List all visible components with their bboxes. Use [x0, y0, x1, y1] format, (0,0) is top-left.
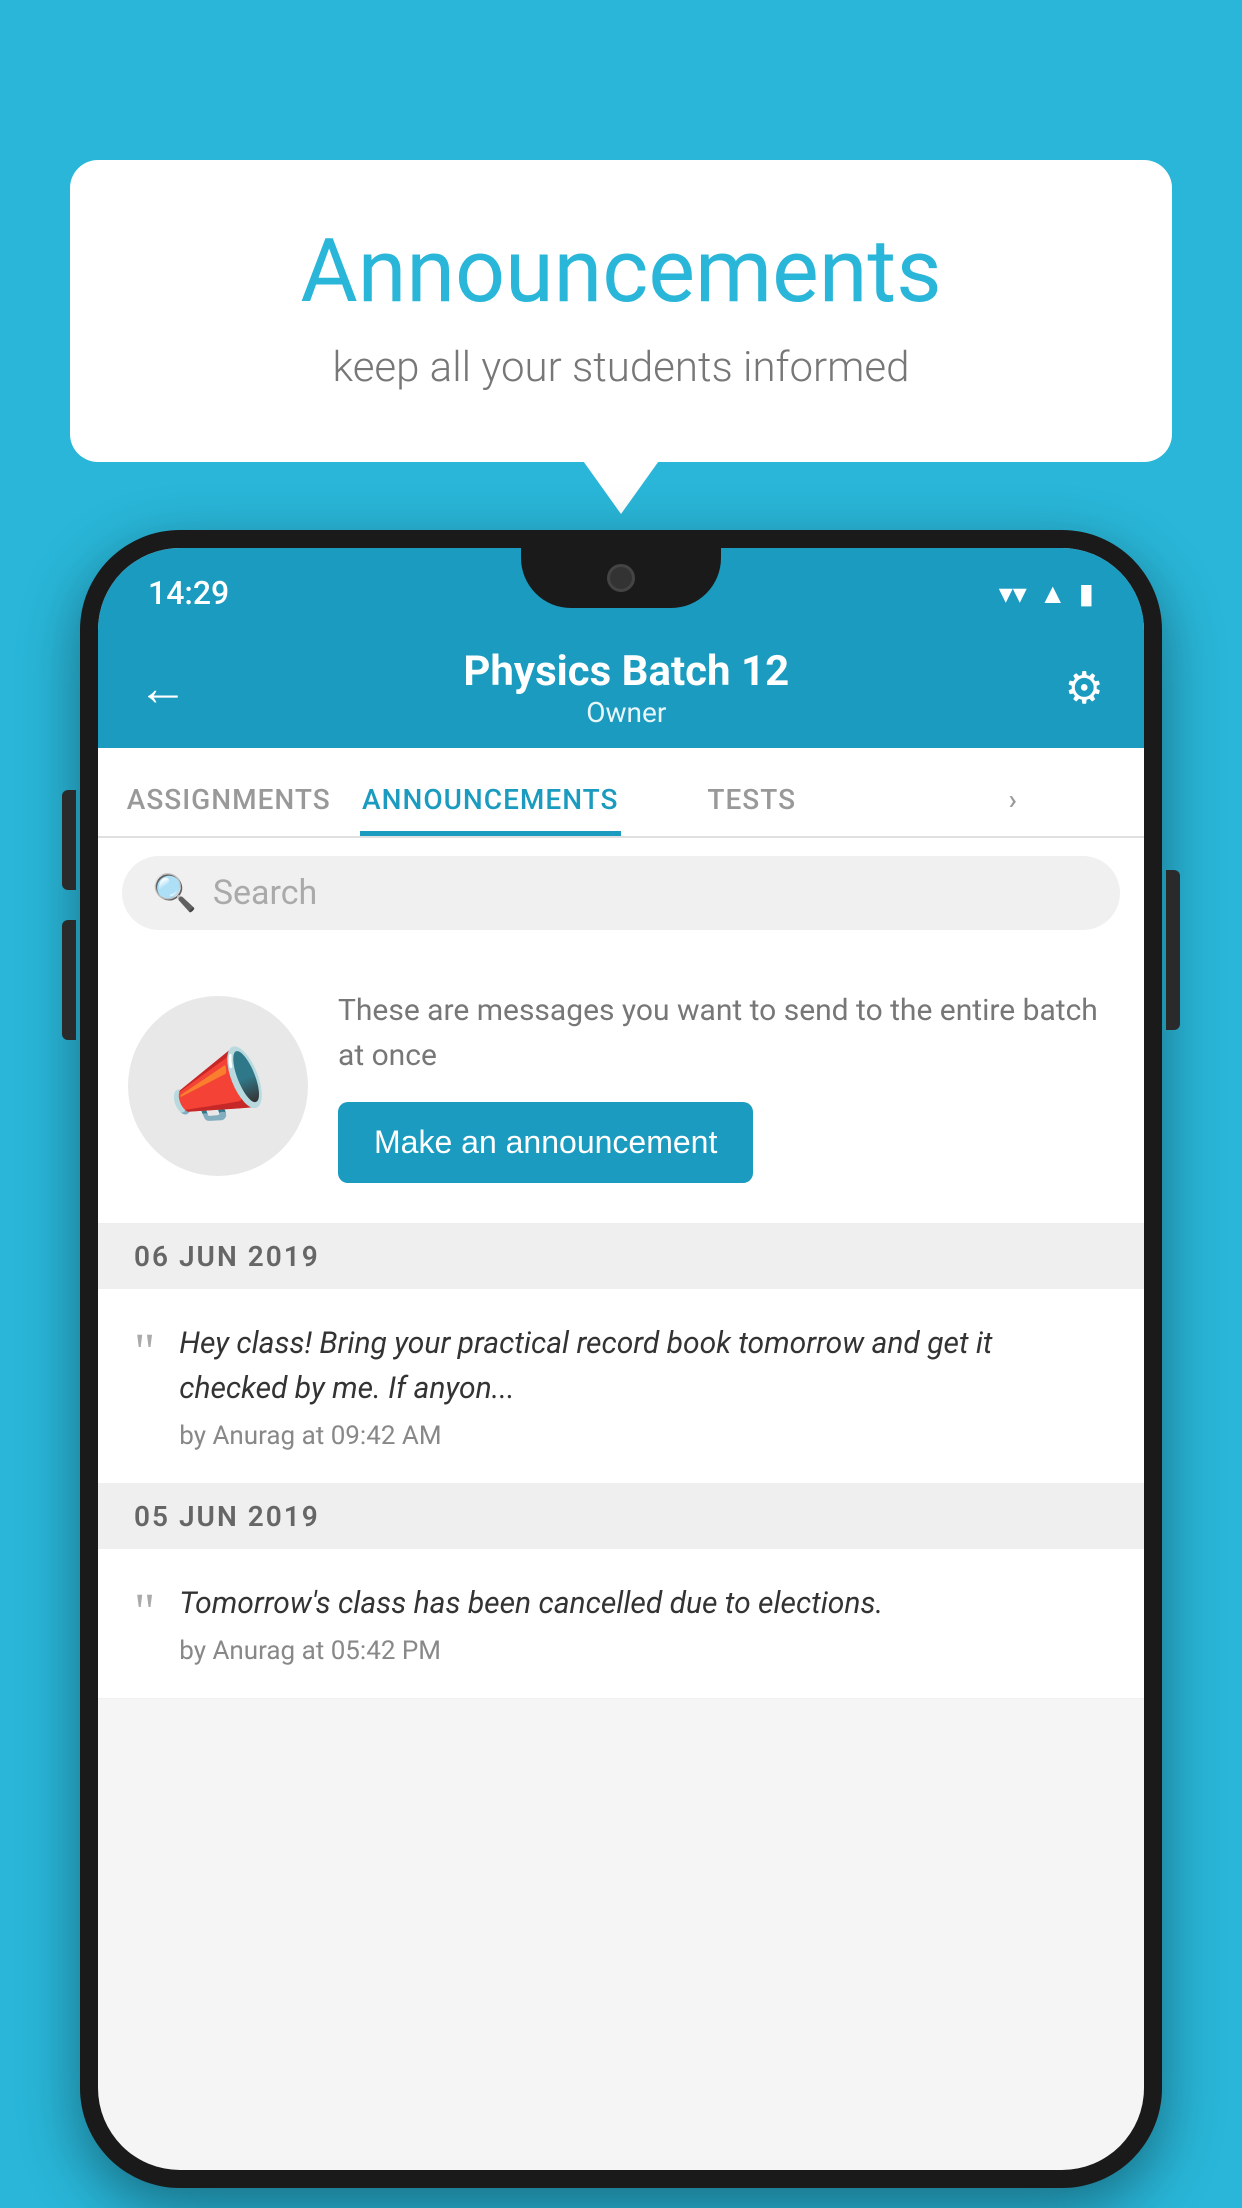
phone-outer: 14:29 ▾▾ ▲ ▮ ← Physics Batch 12 Owner ⚙ [80, 530, 1162, 2188]
app-header: ← Physics Batch 12 Owner ⚙ [98, 628, 1144, 748]
announcement-meta-1: by Anurag at 09:42 AM [179, 1421, 1108, 1451]
announcement-item-1: " Hey class! Bring your practical record… [98, 1289, 1144, 1484]
search-bar: 🔍 Search [98, 838, 1144, 948]
announcement-meta-2: by Anurag at 05:42 PM [179, 1636, 1108, 1666]
screen-content: ← Physics Batch 12 Owner ⚙ ASSIGNMENTS A… [98, 628, 1144, 2170]
phone-screen: 14:29 ▾▾ ▲ ▮ ← Physics Batch 12 Owner ⚙ [98, 548, 1144, 2170]
date-separator-2: 05 JUN 2019 [98, 1484, 1144, 1549]
announcement-promo: 📣 These are messages you want to send to… [98, 948, 1144, 1224]
bubble-title: Announcements [150, 220, 1092, 323]
battery-icon: ▮ [1079, 577, 1094, 610]
volume-button [62, 920, 76, 1040]
promo-content: These are messages you want to send to t… [338, 988, 1114, 1183]
status-icons: ▾▾ ▲ ▮ [999, 577, 1094, 610]
wifi-icon: ▾▾ [999, 577, 1027, 610]
promo-icon-circle: 📣 [128, 996, 308, 1176]
megaphone-icon: 📣 [168, 1039, 268, 1133]
search-placeholder: Search [213, 873, 317, 913]
notch [521, 548, 721, 608]
phone-wrapper: 14:29 ▾▾ ▲ ▮ ← Physics Batch 12 Owner ⚙ [80, 530, 1162, 2188]
header-subtitle: Owner [463, 696, 789, 729]
tab-tests[interactable]: TESTS [621, 783, 883, 836]
announcement-text-2: Tomorrow's class has been cancelled due … [179, 1581, 1108, 1626]
quote-icon-2: " [134, 1587, 155, 1639]
announcement-content-2: Tomorrow's class has been cancelled due … [179, 1581, 1108, 1666]
announcement-content-1: Hey class! Bring your practical record b… [179, 1321, 1108, 1451]
search-icon: 🔍 [152, 872, 197, 914]
signal-icon: ▲ [1039, 577, 1067, 610]
tab-announcements[interactable]: ANNOUNCEMENTS [360, 783, 622, 836]
power-button [1166, 870, 1180, 1030]
tab-assignments[interactable]: ASSIGNMENTS [98, 783, 360, 836]
make-announcement-button[interactable]: Make an announcement [338, 1102, 753, 1183]
announcement-item-2: " Tomorrow's class has been cancelled du… [98, 1549, 1144, 1699]
quote-icon-1: " [134, 1327, 155, 1379]
date-separator-1: 06 JUN 2019 [98, 1224, 1144, 1289]
tabs-bar: ASSIGNMENTS ANNOUNCEMENTS TESTS › [98, 748, 1144, 838]
promo-text: These are messages you want to send to t… [338, 988, 1114, 1078]
speech-bubble: Announcements keep all your students inf… [70, 160, 1172, 462]
search-input-wrapper[interactable]: 🔍 Search [122, 856, 1120, 930]
status-time: 14:29 [148, 574, 229, 612]
announcement-text-1: Hey class! Bring your practical record b… [179, 1321, 1108, 1411]
tab-more[interactable]: › [883, 783, 1145, 836]
camera [607, 564, 635, 592]
header-title: Physics Batch 12 [463, 647, 789, 696]
speech-bubble-container: Announcements keep all your students inf… [70, 160, 1172, 462]
back-button[interactable]: ← [138, 659, 188, 718]
settings-button[interactable]: ⚙ [1065, 662, 1104, 714]
bubble-subtitle: keep all your students informed [150, 343, 1092, 392]
header-center: Physics Batch 12 Owner [463, 647, 789, 729]
